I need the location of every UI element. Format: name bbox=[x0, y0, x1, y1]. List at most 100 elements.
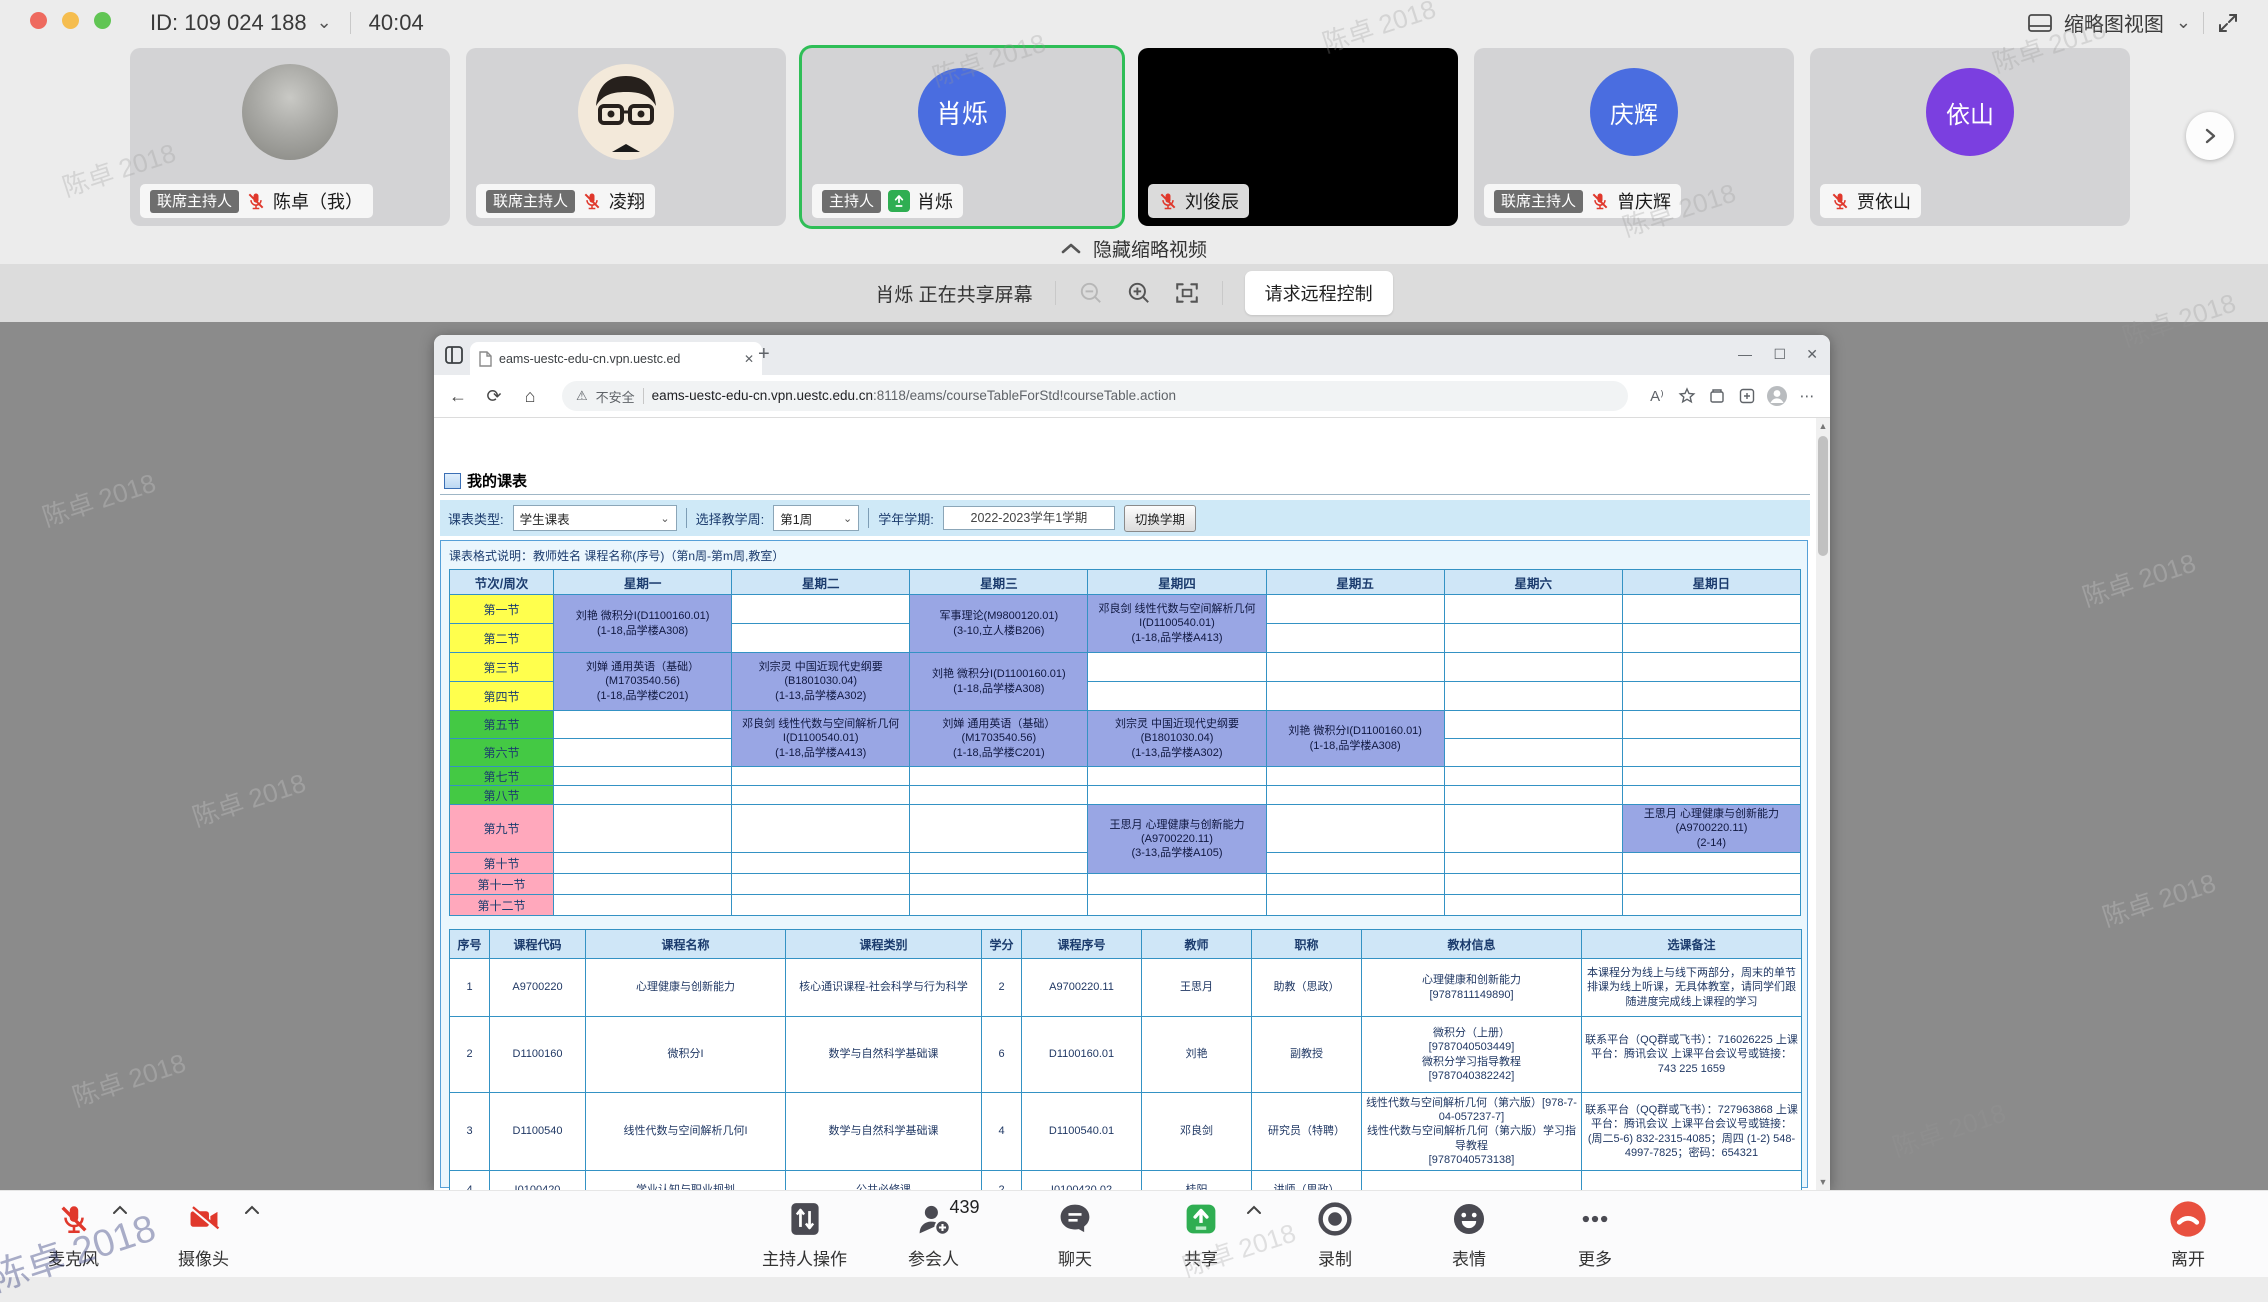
host-operations-button[interactable]: 主持人操作 bbox=[762, 1199, 847, 1270]
col-header: 教师 bbox=[1142, 930, 1252, 959]
zoom-out-icon[interactable] bbox=[1078, 280, 1104, 306]
timetable-cell-empty bbox=[554, 786, 732, 805]
remark-cell bbox=[1582, 1171, 1802, 1191]
course-cell: 刘宗灵 中国近现代史纲要 (B1801030.04) (1-13,品学楼A302… bbox=[1088, 711, 1266, 767]
new-tab-button[interactable]: + bbox=[758, 343, 770, 366]
participant-name: 凌翔 bbox=[609, 188, 645, 214]
period-label: 第一节 bbox=[450, 595, 554, 624]
scrollbar-thumb[interactable] bbox=[1818, 436, 1828, 556]
type-label: 课表类型: bbox=[448, 509, 504, 528]
period-label: 第九节 bbox=[450, 805, 554, 853]
share-status-bar: 肖烁 正在共享屏幕 请求远程控制 bbox=[0, 264, 2268, 322]
day-header: 星期五 bbox=[1266, 570, 1444, 595]
browser-tab[interactable]: eams-uestc-edu-cn.vpn.uestc.ed ✕ bbox=[470, 342, 762, 375]
course-cell: 核心通识课程-社会科学与行为科学 bbox=[786, 959, 982, 1017]
role-badge: 联席主持人 bbox=[1494, 190, 1583, 213]
chevron-up-icon[interactable] bbox=[1246, 1205, 1262, 1215]
chevron-down-icon[interactable]: ⌄ bbox=[2176, 12, 2191, 33]
profile-avatar-icon[interactable] bbox=[1762, 385, 1792, 407]
video-tile-liujunchen[interactable]: 刘俊辰 bbox=[1138, 48, 1458, 226]
meeting-id[interactable]: ID: 109 024 188 bbox=[150, 10, 307, 36]
remark-cell: 本课程分为线上与线下两部分，周末的单节排课为线上听课，无具体教室，请同学们跟随进… bbox=[1582, 959, 1802, 1017]
participant-name: 贾依山 bbox=[1857, 188, 1911, 214]
period-label: 第二节 bbox=[450, 624, 554, 653]
period-label: 第六节 bbox=[450, 739, 554, 767]
back-icon[interactable]: ← bbox=[440, 386, 476, 407]
next-participants-button[interactable] bbox=[2186, 112, 2234, 160]
timetable-cell-empty bbox=[1622, 786, 1800, 805]
switch-term-button[interactable]: 切换学期 bbox=[1124, 505, 1196, 532]
more-button[interactable]: 更多 bbox=[1578, 1199, 1612, 1270]
chevron-up-icon[interactable] bbox=[244, 1205, 260, 1215]
course-cell: 刘宗灵 中国近现代史纲要 (B1801030.04) (1-13,品学楼A302… bbox=[732, 653, 910, 711]
video-tile-lingxiang[interactable]: 联席主持人 凌翔 bbox=[466, 48, 786, 226]
scroll-down-icon[interactable]: ▼ bbox=[1816, 1177, 1830, 1187]
video-tile-chenzhuo[interactable]: 联席主持人 陈卓（我） bbox=[130, 48, 450, 226]
course-cell: 2 bbox=[982, 1171, 1022, 1191]
scroll-up-icon[interactable]: ▲ bbox=[1816, 421, 1830, 431]
timetable-cell-empty bbox=[554, 767, 732, 786]
timetable-cell-empty bbox=[1444, 805, 1622, 853]
browser-close-icon[interactable]: ✕ bbox=[1806, 346, 1818, 363]
leave-button[interactable]: 离开 bbox=[2168, 1199, 2208, 1270]
fit-screen-icon[interactable] bbox=[1174, 280, 1200, 306]
video-tile-xiaoshuo-sharing[interactable]: 肖烁 主持人 肖烁 bbox=[802, 48, 1122, 226]
term-input[interactable]: 2022-2023学年1学期 bbox=[943, 506, 1115, 530]
window-minimize-button[interactable] bbox=[62, 12, 79, 29]
emoji-button[interactable]: 表情 bbox=[1452, 1199, 1486, 1270]
timetable-cell-empty bbox=[1266, 682, 1444, 711]
zoom-in-icon[interactable] bbox=[1126, 280, 1152, 306]
refresh-icon[interactable]: ⟳ bbox=[476, 386, 512, 407]
course-cell: 桂阳 bbox=[1142, 1171, 1252, 1191]
teaching-week-select[interactable]: 第1周⌄ bbox=[773, 505, 859, 531]
favorites-star-icon[interactable] bbox=[1672, 387, 1702, 405]
course-cell: 1 bbox=[450, 959, 490, 1017]
record-icon bbox=[1318, 1202, 1352, 1236]
view-mode-label[interactable]: 缩略图视图 bbox=[2064, 8, 2164, 37]
textbook-cell: 线性代数与空间解析几何（第六版）[978-7-04-057237-7] 线性代数… bbox=[1362, 1093, 1582, 1171]
timetable-type-select[interactable]: 学生课表⌄ bbox=[513, 505, 677, 531]
camera-button[interactable]: 摄像头 bbox=[178, 1199, 229, 1270]
table-row: 4 I0100420 学业认知与职业规划 公共必修课 2 I0100420.02… bbox=[450, 1171, 1802, 1191]
chevron-up-icon[interactable] bbox=[112, 1205, 128, 1215]
textbook-cell: 微积分（上册） [9787040503449] 微积分学习指导教程 [97870… bbox=[1362, 1017, 1582, 1093]
chevron-down-icon[interactable]: ⌄ bbox=[317, 12, 332, 33]
timetable-cell-empty bbox=[1444, 711, 1622, 739]
participant-name: 陈卓（我） bbox=[273, 188, 363, 214]
course-cell: 刘艳 微积分I(D1100160.01) (1-18,品学楼A308) bbox=[1266, 711, 1444, 767]
browser-essentials-icon[interactable] bbox=[1732, 387, 1762, 405]
window-zoom-button[interactable] bbox=[94, 12, 111, 29]
shared-screen-area: eams-uestc-edu-cn.vpn.uestc.ed ✕ + — ☐ ✕… bbox=[0, 322, 2268, 1190]
course-cell: 微积分I bbox=[586, 1017, 786, 1093]
timetable-cell-empty bbox=[1622, 653, 1800, 682]
home-icon[interactable]: ⌂ bbox=[512, 386, 548, 407]
period-label: 第四节 bbox=[450, 682, 554, 711]
video-tile-jiayishan[interactable]: 依山 贾依山 bbox=[1810, 48, 2130, 226]
participants-button[interactable]: 439 参会人 bbox=[908, 1199, 959, 1270]
mic-button[interactable]: 麦克风 bbox=[48, 1199, 99, 1270]
video-tile-zengqinghui[interactable]: 庆辉 联席主持人 曾庆辉 bbox=[1474, 48, 1794, 226]
window-close-button[interactable] bbox=[30, 12, 47, 29]
course-cell: 4 bbox=[982, 1093, 1022, 1171]
hide-thumbnails-control[interactable]: 隐藏缩略视频 bbox=[0, 232, 2268, 264]
read-aloud-icon[interactable]: A⁾ bbox=[1642, 387, 1672, 405]
url-path: :8118/eams/courseTableForStd!courseTable… bbox=[873, 388, 1176, 403]
collections-icon[interactable] bbox=[1702, 387, 1732, 405]
record-button[interactable]: 录制 bbox=[1318, 1199, 1352, 1270]
meeting-toolbar: 麦克风 摄像头 主持人操作 439 参会人 聊天 共享 录制 表情 更多 bbox=[0, 1190, 2268, 1277]
more-menu-icon[interactable]: ⋯ bbox=[1792, 387, 1822, 405]
browser-minimize-icon[interactable]: — bbox=[1738, 346, 1752, 362]
table-icon bbox=[444, 473, 461, 489]
request-remote-control-button[interactable]: 请求远程控制 bbox=[1245, 271, 1393, 315]
chat-button[interactable]: 聊天 bbox=[1058, 1199, 1092, 1270]
tab-actions-icon[interactable] bbox=[444, 345, 464, 365]
timetable-cell-empty bbox=[1444, 786, 1622, 805]
participants-count: 439 bbox=[950, 1197, 980, 1218]
browser-maximize-icon[interactable]: ☐ bbox=[1773, 346, 1786, 363]
browser-scrollbar[interactable]: ▲ ▼ bbox=[1816, 418, 1830, 1190]
tab-close-icon[interactable]: ✕ bbox=[744, 352, 754, 366]
fullscreen-expand-icon[interactable] bbox=[2216, 11, 2240, 35]
share-screen-button[interactable]: 共享 bbox=[1184, 1199, 1218, 1270]
screen-sharing-icon bbox=[888, 190, 910, 212]
address-bar[interactable]: ⚠ 不安全 eams-uestc-edu-cn.vpn.uestc.edu.cn… bbox=[562, 381, 1628, 411]
